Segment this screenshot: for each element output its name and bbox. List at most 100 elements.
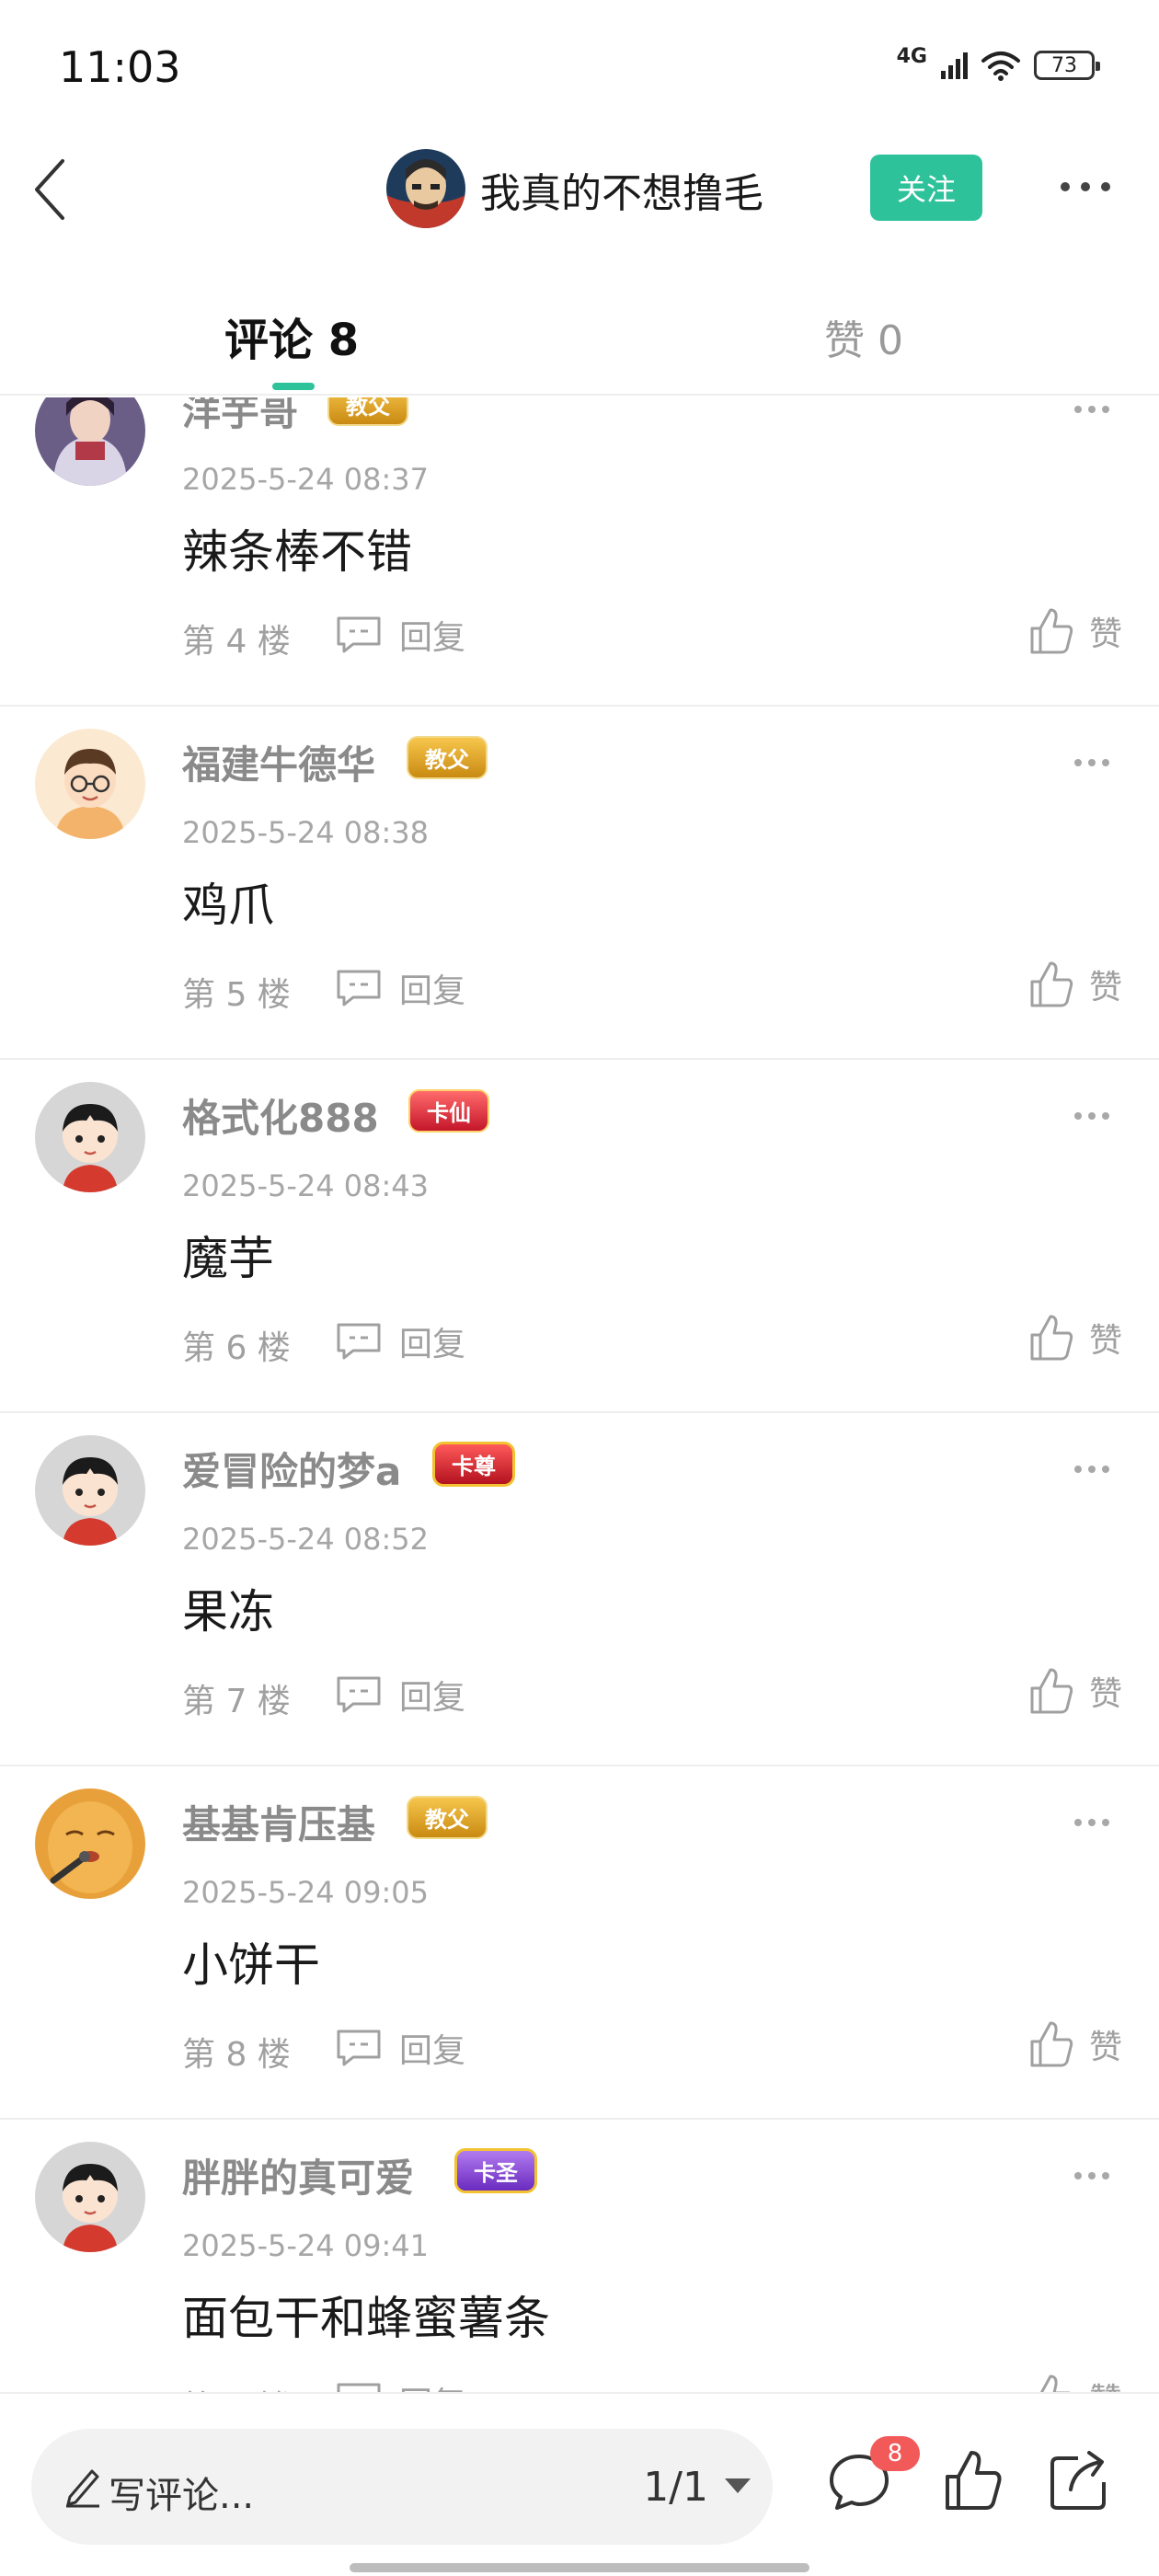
like-label: 赞: [1089, 2374, 1122, 2392]
like-button[interactable]: 赞: [1028, 955, 1122, 1014]
reply-label: 回复: [399, 1326, 466, 1363]
more-icon: [1074, 759, 1109, 766]
home-indicator[interactable]: [350, 2563, 809, 2572]
username[interactable]: 爱冒险的梦a: [182, 1441, 401, 1497]
thumbs-up-icon[interactable]: [942, 2447, 1003, 2513]
reply-button[interactable]: 回复: [335, 609, 465, 661]
thumbs-up-icon: [1030, 1315, 1073, 1361]
reply-button[interactable]: 回复: [335, 1316, 465, 1367]
comment-time: 2025-5-24 09:05: [182, 1875, 429, 1910]
user-badge: 教父: [407, 1790, 488, 1844]
battery-icon: 73: [1034, 51, 1100, 80]
more-icon: [1074, 1112, 1109, 1120]
comment-time: 2025-5-24 08:37: [182, 462, 429, 497]
reply-icon: [337, 2030, 381, 2066]
user-avatar[interactable]: [35, 729, 145, 839]
tab-indicator: [272, 383, 315, 390]
more-icon: [1074, 406, 1109, 413]
comment-list[interactable]: 洋芋哥 教父 2025-5-24 08:37 辣条棒不错 第 4 楼 回复 赞: [0, 397, 1159, 2392]
more-icon: [1074, 2172, 1109, 2179]
username[interactable]: 格式化888: [182, 1087, 379, 1144]
user-badge: 卡圣: [454, 2144, 537, 2197]
comment-content: 魔芋: [182, 1232, 274, 1285]
reply-button[interactable]: 回复: [335, 2375, 465, 2392]
header: 我真的不想撸毛 关注: [0, 138, 1159, 239]
pencil-icon: [66, 2469, 99, 2508]
floor-number: 第 7 楼: [182, 1683, 291, 1720]
badge-label: 教父: [407, 735, 488, 779]
reply-button[interactable]: 回复: [335, 2022, 465, 2074]
username[interactable]: 洋芋哥: [182, 397, 298, 437]
comment-more-button[interactable]: [1069, 1809, 1115, 1836]
thumbs-up-icon: [1039, 2375, 1071, 2392]
like-button[interactable]: 赞: [1028, 2015, 1122, 2074]
comment-more-button[interactable]: [1069, 1102, 1115, 1130]
reply-icon: [337, 616, 381, 653]
comment-item: 基基肯压基 教父 2025-5-24 09:05 小饼干 第 8 楼 回复 赞: [0, 1766, 1159, 2120]
reply-label: 回复: [399, 1679, 466, 1717]
more-icon: [1061, 182, 1110, 191]
status-icons: 4G 73: [897, 45, 1100, 81]
page-indicator[interactable]: 1/1: [643, 2464, 708, 2511]
user-avatar[interactable]: [35, 397, 145, 486]
like-button[interactable]: 赞: [1028, 602, 1122, 661]
network-type: 4G: [896, 44, 927, 68]
floor-number: 第 5 楼: [182, 976, 291, 1014]
back-button[interactable]: [22, 155, 77, 224]
like-label: 赞: [1088, 615, 1122, 653]
more-icon: [1074, 1819, 1109, 1826]
floor-number: 第 8 楼: [182, 2036, 291, 2074]
comment-item: 爱冒险的梦a 卡尊 2025-5-24 08:52 果冻 第 7 楼 回复 赞: [0, 1413, 1159, 1766]
badge-label: 卡仙: [408, 1088, 489, 1133]
more-options-button[interactable]: [1049, 164, 1122, 210]
comment-more-button[interactable]: [1069, 397, 1115, 423]
chevron-left-icon: [35, 159, 64, 220]
user-avatar[interactable]: [35, 1788, 145, 1899]
reply-label: 回复: [399, 2377, 465, 2392]
reply-label: 回复: [399, 2032, 466, 2070]
reply-button[interactable]: 回复: [335, 962, 465, 1014]
user-avatar[interactable]: [35, 1435, 145, 1546]
comment-item: 福建牛德华 教父 2025-5-24 08:38 鸡爪 第 5 楼 回复 赞: [0, 707, 1159, 1060]
user-avatar[interactable]: [35, 1082, 145, 1192]
follow-button[interactable]: 关注: [870, 155, 982, 221]
comment-content: 鸡爪: [182, 879, 274, 932]
username[interactable]: 胖胖的真可爱: [182, 2147, 414, 2203]
comment-item: 胖胖的真可爱 卡圣 2025-5-24 09:41 面包干和蜂蜜薯条 第 9 楼…: [0, 2120, 1159, 2392]
tab-likes[interactable]: 赞 0: [824, 307, 903, 366]
user-badge: 卡尊: [432, 1437, 515, 1490]
like-button[interactable]: 赞: [1028, 2368, 1122, 2392]
like-button[interactable]: 赞: [1028, 1662, 1122, 1720]
reply-icon: [337, 1323, 381, 1360]
share-icon[interactable]: [1047, 2447, 1109, 2513]
author-avatar[interactable]: [386, 149, 465, 228]
like-label: 赞: [1088, 2029, 1122, 2066]
reply-label: 回复: [399, 972, 466, 1010]
comment-placeholder: 写评论...: [109, 2475, 255, 2517]
username[interactable]: 福建牛德华: [182, 734, 375, 790]
reply-button[interactable]: 回复: [335, 1669, 465, 1720]
comment-time: 2025-5-24 08:38: [182, 815, 429, 850]
reply-label: 回复: [399, 619, 466, 657]
username[interactable]: 基基肯压基: [182, 1794, 375, 1850]
like-label: 赞: [1088, 969, 1122, 1006]
signal-icon: [941, 52, 968, 79]
user-avatar[interactable]: [35, 2142, 145, 2252]
badge-label: 卡尊: [432, 1441, 515, 1487]
comment-more-button[interactable]: [1069, 749, 1115, 776]
comment-more-button[interactable]: [1069, 2162, 1115, 2190]
caret-down-icon[interactable]: [725, 2478, 751, 2493]
badge-label: 教父: [327, 397, 408, 426]
write-comment-input[interactable]: 写评论... 1/1: [31, 2429, 773, 2545]
status-bar: 11:03 4G 73: [0, 0, 1159, 138]
tab-comments[interactable]: 评论 8: [224, 304, 359, 368]
tab-bar: 评论 8 赞 0: [0, 276, 1159, 396]
wifi-icon: [981, 52, 1020, 81]
comment-content: 果冻: [182, 1585, 274, 1639]
thumbs-up-icon: [1030, 1668, 1073, 1714]
like-button[interactable]: 赞: [1028, 1308, 1122, 1367]
author-name[interactable]: 我真的不想撸毛: [480, 160, 763, 219]
comment-item: 洋芋哥 教父 2025-5-24 08:37 辣条棒不错 第 4 楼 回复 赞: [0, 397, 1159, 707]
comment-more-button[interactable]: [1069, 1455, 1115, 1483]
thumbs-up-icon: [1030, 961, 1073, 1007]
